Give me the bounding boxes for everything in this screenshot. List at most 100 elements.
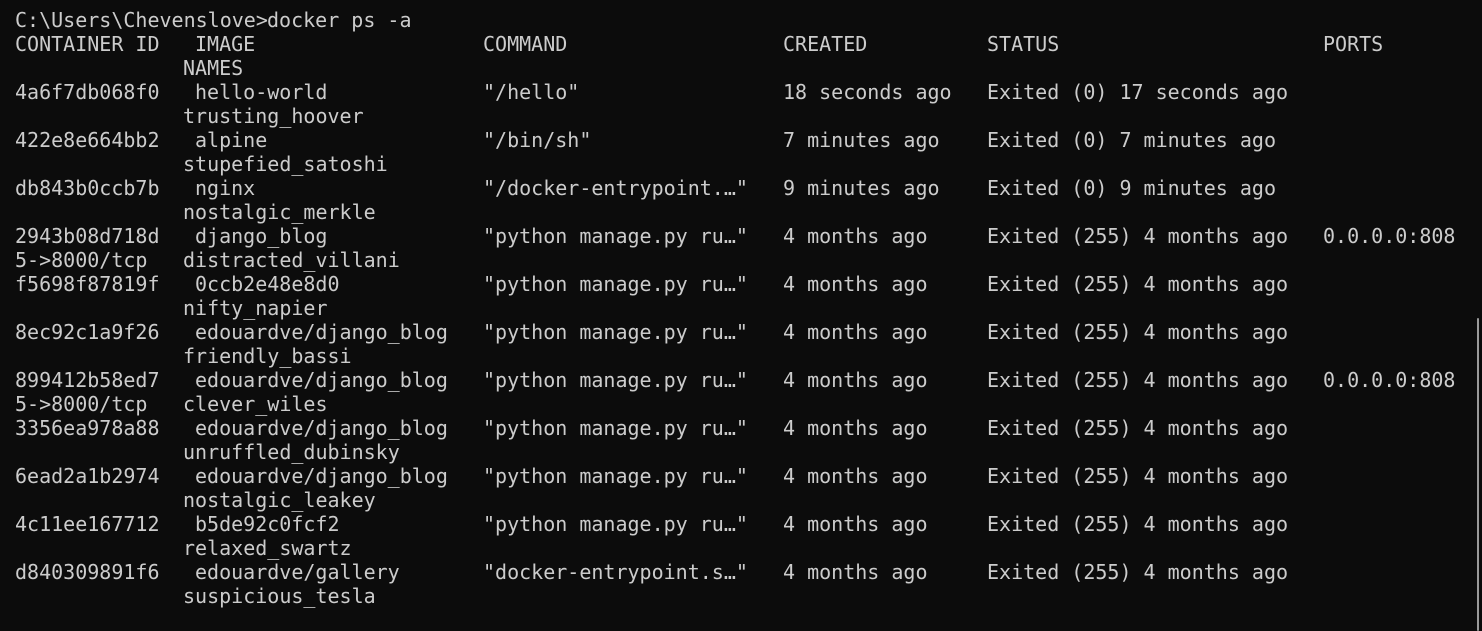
image-name: edouardve/django_blog <box>195 464 448 488</box>
header-image: IMAGE <box>195 32 256 56</box>
table-row: 422e8e664bb2 alpine "/bin/sh" 7 minutes ago… <box>0 128 1470 152</box>
created: 4 months ago <box>783 512 928 536</box>
status: Exited (255) 4 months ago <box>987 560 1289 584</box>
image-name: django_blog <box>195 224 328 248</box>
command: "python manage.py ru…" <box>483 464 748 488</box>
image-name: b5de92c0fcf2 <box>195 512 340 536</box>
container-name: nostalgic_merkle <box>183 200 376 224</box>
container-name: nifty_napier <box>183 296 328 320</box>
container-name: relaxed_swartz <box>183 536 352 560</box>
header-line: CONTAINER ID IMAGE COMMAND CREATED STATU… <box>0 32 1470 56</box>
prompt-line: C:\Users\Chevenslove> docker ps -a <box>0 8 1470 32</box>
table-row-wrap: nostalgic_merkle <box>0 200 1470 224</box>
table-row-wrap: trusting_hoover <box>0 104 1470 128</box>
ports-continued: 5->8000/tcp <box>15 248 148 272</box>
created: 4 months ago <box>783 272 928 296</box>
container-name: clever_wiles <box>183 392 328 416</box>
header-status: STATUS <box>987 32 1060 56</box>
command: "python manage.py ru…" <box>483 416 748 440</box>
command: "/bin/sh" <box>483 128 592 152</box>
table-row-wrap: nostalgic_leakey <box>0 488 1470 512</box>
container-id: 4c11ee167712 <box>15 512 160 536</box>
image-name: alpine <box>195 128 268 152</box>
table-row: 8ec92c1a9f26 edouardve/django_blog "python… <box>0 320 1470 344</box>
created: 4 months ago <box>783 560 928 584</box>
prompt-command: docker ps -a <box>267 8 412 32</box>
table-row-wrap: nifty_napier <box>0 296 1470 320</box>
header-command: COMMAND <box>483 32 568 56</box>
command: "/hello" <box>483 80 580 104</box>
table-row-wrap: relaxed_swartz <box>0 536 1470 560</box>
image-name: hello-world <box>195 80 328 104</box>
image-name: edouardve/gallery <box>195 560 400 584</box>
container-name: suspicious_tesla <box>183 584 376 608</box>
command: "/docker-entrypoint.…" <box>483 176 748 200</box>
scrollbar[interactable] <box>1474 0 1482 631</box>
container-name: unruffled_dubinsky <box>183 440 400 464</box>
status: Exited (255) 4 months ago <box>987 512 1289 536</box>
table-row-wrap: 5->8000/tcp distracted_villani <box>0 248 1470 272</box>
table-row-wrap: stupefied_satoshi <box>0 152 1470 176</box>
container-id: 6ead2a1b2974 <box>15 464 160 488</box>
command: "python manage.py ru…" <box>483 368 748 392</box>
table-row-wrap: friendly_bassi <box>0 344 1470 368</box>
container-id: 8ec92c1a9f26 <box>15 320 160 344</box>
terminal-window[interactable]: C:\Users\Chevenslove> docker ps -a CONTAI… <box>0 0 1482 631</box>
table-row-wrap: 5->8000/tcp clever_wiles <box>0 392 1470 416</box>
container-id: 422e8e664bb2 <box>15 128 160 152</box>
created: 4 months ago <box>783 224 928 248</box>
table-row: 2943b08d718d django_blog "python manage.py… <box>0 224 1470 248</box>
container-id: 2943b08d718d <box>15 224 160 248</box>
header-container-id: CONTAINER ID <box>15 32 160 56</box>
table-row-wrap: suspicious_tesla <box>0 584 1470 608</box>
created: 18 seconds ago <box>783 80 952 104</box>
command: "python manage.py ru…" <box>483 272 748 296</box>
prompt-path: C:\Users\Chevenslove> <box>15 8 268 32</box>
image-name: 0ccb2e48e8d0 <box>195 272 340 296</box>
status: Exited (0) 9 minutes ago <box>987 176 1276 200</box>
table-row: f5698f87819f 0ccb2e48e8d0 "python manage.p… <box>0 272 1470 296</box>
status: Exited (255) 4 months ago <box>987 464 1289 488</box>
status: Exited (0) 7 minutes ago <box>987 128 1276 152</box>
scrollbar-thumb[interactable] <box>1477 318 1479 631</box>
container-name: nostalgic_leakey <box>183 488 376 512</box>
table-row: db843b0ccb7b nginx "/docker-entrypoint.…" 9… <box>0 176 1470 200</box>
table-row: 3356ea978a88 edouardve/django_blog "python… <box>0 416 1470 440</box>
image-name: edouardve/django_blog <box>195 320 448 344</box>
image-name: edouardve/django_blog <box>195 368 448 392</box>
created: 4 months ago <box>783 464 928 488</box>
container-id: 899412b58ed7 <box>15 368 160 392</box>
status: Exited (255) 4 months ago <box>987 368 1289 392</box>
container-id: 3356ea978a88 <box>15 416 160 440</box>
container-name: friendly_bassi <box>183 344 352 368</box>
header-names: NAMES <box>183 56 244 80</box>
container-id: d840309891f6 <box>15 560 160 584</box>
command: "docker-entrypoint.s…" <box>483 560 748 584</box>
status: Exited (255) 4 months ago <box>987 416 1289 440</box>
created: 9 minutes ago <box>783 176 940 200</box>
container-id: db843b0ccb7b <box>15 176 160 200</box>
container-name: distracted_villani <box>183 248 400 272</box>
image-name: nginx <box>195 176 256 200</box>
table-row: 4a6f7db068f0 hello-world "/hello" 18 second… <box>0 80 1470 104</box>
table-row: 4c11ee167712 b5de92c0fcf2 "python manage.p… <box>0 512 1470 536</box>
container-id: 4a6f7db068f0 <box>15 80 160 104</box>
status: Exited (0) 17 seconds ago <box>987 80 1289 104</box>
header-wrap-line: NAMES <box>0 56 1470 80</box>
container-id: f5698f87819f <box>15 272 160 296</box>
header-created: CREATED <box>783 32 868 56</box>
ports-continued: 5->8000/tcp <box>15 392 148 416</box>
container-name: trusting_hoover <box>183 104 364 128</box>
image-name: edouardve/django_blog <box>195 416 448 440</box>
command: "python manage.py ru…" <box>483 224 748 248</box>
status: Exited (255) 4 months ago <box>987 272 1289 296</box>
created: 4 months ago <box>783 416 928 440</box>
table-row-wrap: unruffled_dubinsky <box>0 440 1470 464</box>
container-name: stupefied_satoshi <box>183 152 388 176</box>
table-row: d840309891f6 edouardve/gallery "docker-ent… <box>0 560 1470 584</box>
table-row: 899412b58ed7 edouardve/django_blog "python… <box>0 368 1470 392</box>
created: 7 minutes ago <box>783 128 940 152</box>
header-ports: PORTS <box>1323 32 1384 56</box>
command: "python manage.py ru…" <box>483 320 748 344</box>
table-row: 6ead2a1b2974 edouardve/django_blog "python… <box>0 464 1470 488</box>
